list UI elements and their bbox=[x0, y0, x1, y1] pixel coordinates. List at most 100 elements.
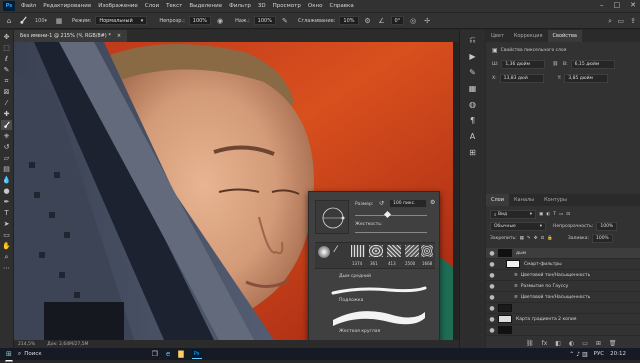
filter-smart-icon[interactable]: ⊡ bbox=[566, 212, 570, 217]
eraser-tool-icon[interactable]: ▱ bbox=[1, 153, 12, 163]
maximize-button[interactable]: □ bbox=[614, 1, 621, 9]
layer-row[interactable]: ● ≋ Размытие по Гауссу bbox=[486, 281, 640, 292]
actions-panel-icon[interactable]: ▶ bbox=[467, 50, 479, 62]
angle-icon[interactable]: ∠ bbox=[377, 16, 387, 26]
stroke-preview-2[interactable] bbox=[329, 304, 429, 328]
search-icon[interactable]: ⌕ bbox=[18, 350, 21, 358]
filter-type-icon[interactable]: T bbox=[553, 212, 556, 217]
preset-brush-6[interactable] bbox=[421, 245, 433, 257]
clone-stamp-tool-icon[interactable]: ⎈ bbox=[1, 131, 12, 141]
brush-settings-icon[interactable]: ▦ bbox=[54, 16, 64, 26]
symmetry-icon[interactable]: ✢ bbox=[422, 16, 432, 26]
dodge-tool-icon[interactable]: ● bbox=[1, 186, 12, 196]
lock-pixels-icon[interactable]: ▦ bbox=[520, 236, 524, 241]
mode-select[interactable]: Нормальный ▾ bbox=[95, 16, 148, 25]
new-adjustment-icon[interactable]: ◐ bbox=[569, 340, 574, 347]
preset-brush-4[interactable] bbox=[387, 245, 401, 257]
menu-select[interactable]: Выделение bbox=[189, 3, 222, 9]
preset-brush-2[interactable] bbox=[351, 245, 365, 257]
glyphs-panel-icon[interactable]: ⊞ bbox=[467, 146, 479, 158]
airbrush-icon[interactable]: ✎ bbox=[280, 16, 290, 26]
filter-pixel-icon[interactable]: ▣ bbox=[539, 212, 543, 217]
eye-icon[interactable]: ● bbox=[486, 283, 498, 290]
eye-icon[interactable]: ● bbox=[486, 272, 498, 279]
flow-field[interactable]: 100% bbox=[253, 16, 276, 25]
y-field[interactable]: 3,85 дюйм bbox=[564, 74, 609, 83]
tab-channels[interactable]: Каналы bbox=[509, 194, 539, 206]
layer-row[interactable]: ● bbox=[486, 325, 640, 336]
brush-preset-picker[interactable]: 100 ▾ bbox=[32, 16, 50, 26]
more-tools-icon[interactable]: ⋯ bbox=[1, 263, 12, 273]
angle-field[interactable]: 0° bbox=[390, 16, 405, 25]
menu-layers[interactable]: Слои bbox=[145, 3, 159, 9]
link-icon[interactable]: ⛓ bbox=[552, 62, 558, 67]
taskbar-search-label[interactable]: Поиск bbox=[24, 351, 41, 357]
path-select-tool-icon[interactable]: ➤ bbox=[1, 219, 12, 229]
reset-icon[interactable]: ↺ bbox=[379, 200, 384, 207]
popup-settings-icon[interactable]: ⚙ bbox=[430, 199, 435, 206]
document-tab[interactable]: Без имени-1 @ 215% (Ч, RGB/8#) * × bbox=[14, 30, 128, 42]
filter-shape-icon[interactable]: ▭ bbox=[559, 212, 563, 217]
windows-start-icon[interactable]: ⊞ bbox=[6, 350, 12, 358]
frame-tool-icon[interactable]: ⊠ bbox=[1, 87, 12, 97]
menu-window[interactable]: Окно bbox=[308, 3, 323, 9]
character-panel-icon[interactable]: A bbox=[467, 130, 479, 142]
new-layer-icon[interactable]: ⊞ bbox=[596, 340, 601, 347]
layer-row[interactable]: ● ≋ Цветовой тон/Насыщенность bbox=[486, 292, 640, 303]
layer-row[interactable]: ● bbox=[486, 303, 640, 314]
tab-paths[interactable]: Контуры bbox=[539, 194, 572, 206]
pressure-opacity-icon[interactable]: ◉ bbox=[215, 16, 225, 26]
share-icon[interactable]: ⇪ bbox=[630, 17, 636, 25]
menu-file[interactable]: Файл bbox=[21, 3, 36, 9]
menu-view[interactable]: Просмотр bbox=[273, 3, 301, 9]
eye-icon[interactable]: ● bbox=[486, 250, 498, 257]
brush-group-hard-round[interactable]: Жесткая круглая bbox=[339, 329, 380, 334]
smoothing-settings-icon[interactable]: ⚙ bbox=[363, 16, 373, 26]
history-panel-icon[interactable]: ⎌ bbox=[467, 34, 479, 46]
explorer-icon[interactable]: ▇ bbox=[178, 350, 183, 358]
fill-field[interactable]: 100% bbox=[591, 234, 613, 243]
x-field[interactable]: 13,83 дюй bbox=[499, 74, 544, 83]
crop-tool-icon[interactable]: ⌗ bbox=[1, 76, 12, 86]
eye-icon[interactable]: ● bbox=[486, 305, 498, 312]
minimize-button[interactable]: – bbox=[600, 1, 604, 9]
brush-group-smoke-medium[interactable]: Дым средний bbox=[339, 274, 371, 279]
eye-icon[interactable]: ● bbox=[486, 327, 498, 334]
height-field[interactable]: 6,15 дюйм bbox=[570, 60, 615, 69]
home-icon[interactable]: ⌂ bbox=[4, 16, 14, 26]
layer-row[interactable]: ● Карта градиента 2 копия bbox=[486, 314, 640, 325]
paragraph-panel-icon[interactable]: ¶ bbox=[467, 114, 479, 126]
gradient-tool-icon[interactable]: ▤ bbox=[1, 164, 12, 174]
size-slider-track[interactable] bbox=[355, 215, 427, 216]
lock-paint-icon[interactable]: ✎ bbox=[527, 236, 531, 241]
lock-all-icon[interactable]: 🔒 bbox=[547, 236, 553, 241]
brush-tool-icon[interactable] bbox=[1, 120, 12, 130]
marquee-tool-icon[interactable]: ⬚ bbox=[1, 43, 12, 53]
link-layers-icon[interactable]: ⛓ bbox=[526, 340, 534, 347]
menu-image[interactable]: Изображение bbox=[98, 3, 138, 9]
rectangle-tool-icon[interactable]: ▭ bbox=[1, 230, 12, 240]
preset-brush-3[interactable] bbox=[369, 245, 383, 257]
smoothing-field[interactable]: 10% bbox=[339, 16, 359, 25]
delete-layer-icon[interactable]: 🗑 bbox=[609, 340, 617, 347]
brush-size-field[interactable]: 100 пикс. bbox=[389, 199, 427, 208]
swatches-panel-icon[interactable]: ▦ bbox=[467, 82, 479, 94]
close-tab-icon[interactable]: × bbox=[117, 33, 121, 39]
stroke-preview-1[interactable] bbox=[329, 283, 429, 299]
blend-mode-select[interactable]: Обычные ▾ bbox=[490, 222, 546, 231]
history-brush-tool-icon[interactable]: ↺ bbox=[1, 142, 12, 152]
pen-tool-icon[interactable]: ✒ bbox=[1, 197, 12, 207]
menu-edit[interactable]: Редактирование bbox=[43, 3, 91, 9]
close-window-button[interactable]: ✕ bbox=[630, 1, 636, 9]
eye-icon[interactable]: ● bbox=[486, 316, 498, 323]
layer-row[interactable]: ● Смарт-фильтры bbox=[486, 259, 640, 270]
healing-brush-tool-icon[interactable]: ✚ bbox=[1, 109, 12, 119]
photoshop-taskbar-icon[interactable]: Ps bbox=[191, 349, 202, 359]
width-field[interactable]: 1,36 дюйм bbox=[501, 60, 546, 69]
workspace-icon[interactable]: ▭ bbox=[617, 17, 624, 25]
tab-adjustments[interactable]: Коррекция bbox=[509, 30, 548, 42]
hand-tool-icon[interactable]: ✋ bbox=[1, 241, 12, 251]
tab-properties[interactable]: Свойства bbox=[547, 30, 582, 42]
type-tool-icon[interactable]: T bbox=[1, 208, 12, 218]
quick-select-tool-icon[interactable]: ✎ bbox=[1, 65, 12, 75]
